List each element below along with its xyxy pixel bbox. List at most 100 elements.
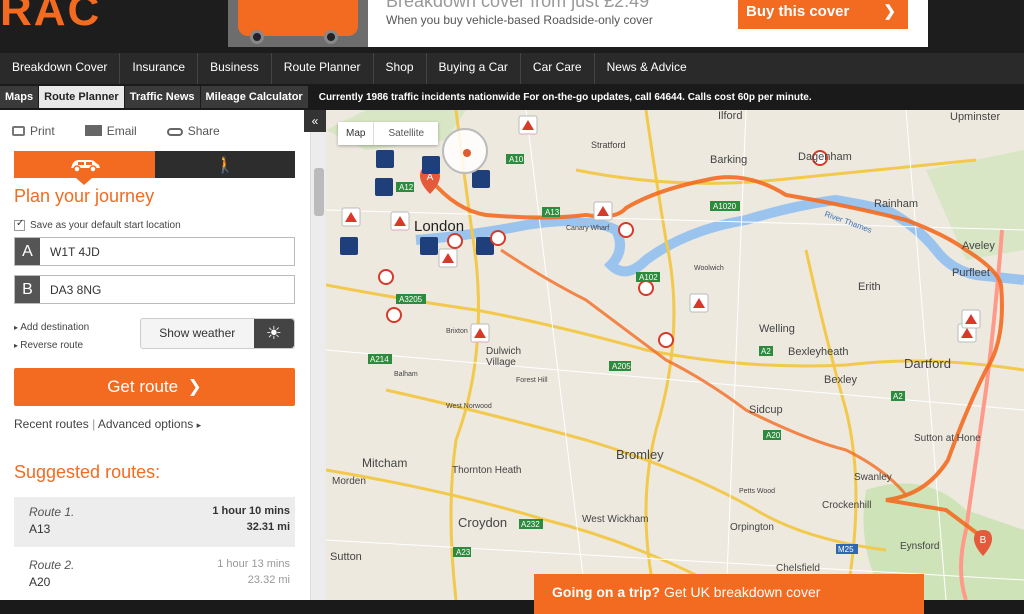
tab-mileage-calculator[interactable]: Mileage Calculator (200, 86, 308, 108)
svg-text:Aveley: Aveley (962, 240, 995, 252)
get-route-button[interactable]: Get route ❯ (14, 368, 295, 406)
nav-insurance[interactable]: Insurance (120, 53, 199, 84)
trip-breakdown-banner[interactable]: Going on a trip? Get UK breakdown cover (534, 574, 924, 614)
email-label: Email (106, 124, 137, 138)
add-destination-link[interactable]: Add destination (14, 322, 89, 333)
svg-text:Petts Wood: Petts Wood (739, 488, 775, 495)
route-option[interactable]: Route 1. A13 1 hour 10 mins 32.31 mi (14, 497, 295, 547)
svg-text:Sidcup: Sidcup (749, 404, 783, 416)
plan-journey-title: Plan your journey (14, 186, 155, 206)
reverse-route-link[interactable]: Reverse route (14, 340, 83, 351)
nav-buying-a-car[interactable]: Buying a Car (427, 53, 521, 84)
sidebar-scrollbar[interactable] (310, 110, 326, 600)
svg-text:Barking: Barking (710, 154, 747, 166)
advanced-options-link[interactable]: Advanced options (98, 417, 193, 431)
route-map[interactable]: A B Ilford Upminster Stratford Barking D… (326, 110, 1024, 600)
start-input[interactable] (40, 238, 290, 265)
svg-text:Welling: Welling (759, 323, 795, 335)
map-canvas: A B Ilford Upminster Stratford Barking D… (326, 110, 1024, 600)
nav-car-care[interactable]: Car Care (521, 53, 595, 84)
buy-cover-label: Buy this cover (746, 3, 850, 20)
scrollbar-thumb[interactable] (314, 168, 324, 216)
svg-text:A23: A23 (456, 548, 471, 557)
destination-input[interactable] (40, 276, 290, 303)
svg-text:Mitcham: Mitcham (362, 456, 407, 470)
site-header: RAC Breakdown cover from just £2.49 When… (0, 0, 1024, 53)
chevron-right-icon: ❯ (182, 377, 202, 396)
pan-control-icon[interactable] (442, 128, 488, 174)
svg-text:Bexley: Bexley (824, 374, 858, 386)
rac-logo[interactable]: RAC (0, 0, 150, 32)
svg-text:Morden: Morden (332, 476, 366, 487)
route-option[interactable]: Route 2. A20 1 hour 13 mins 23.32 mi (14, 550, 295, 600)
route-distance: 23.32 mi (247, 574, 290, 586)
svg-text:A1020: A1020 (713, 202, 737, 211)
recent-routes-link[interactable]: Recent routes (14, 417, 89, 431)
email-icon (84, 125, 102, 136)
collapse-panel-button[interactable]: « (304, 110, 326, 132)
svg-text:Crockenhill: Crockenhill (822, 500, 871, 511)
tab-route-planner[interactable]: Route Planner (39, 86, 124, 108)
svg-text:Thornton Heath: Thornton Heath (452, 465, 522, 476)
tab-maps[interactable]: Maps (0, 86, 39, 108)
share-button[interactable]: Share (166, 124, 220, 138)
car-mode-button[interactable] (14, 151, 155, 185)
promo-banner[interactable]: Breakdown cover from just £2.49 When you… (228, 0, 928, 47)
svg-text:Canary Wharf: Canary Wharf (566, 225, 609, 232)
default-location-checkbox[interactable] (14, 218, 25, 231)
start-address-row: A (14, 237, 295, 266)
chevron-right-icon: ❯ (883, 3, 896, 20)
svg-text:Sutton at Hone: Sutton at Hone (914, 433, 981, 444)
svg-text:Dartford: Dartford (904, 356, 951, 371)
svg-text:Swanley: Swanley (854, 472, 892, 483)
print-label: Print (30, 124, 55, 138)
svg-text:Bexleyheath: Bexleyheath (788, 346, 849, 358)
route-time: 1 hour 10 mins (212, 505, 290, 517)
route-name: Route 2. (29, 558, 75, 572)
svg-text:West Wickham: West Wickham (582, 514, 649, 525)
svg-text:A10: A10 (509, 155, 524, 164)
triangle-right-icon: ▸ (196, 420, 202, 430)
car-icon (70, 159, 100, 173)
svg-text:Bromley: Bromley (616, 447, 664, 462)
default-location-label: Save as your default start location (30, 220, 181, 231)
print-button[interactable]: Print (12, 124, 55, 138)
nav-breakdown-cover[interactable]: Breakdown Cover (0, 53, 121, 84)
svg-text:Woolwich: Woolwich (694, 265, 724, 272)
buy-cover-button[interactable]: Buy this cover ❯ (738, 0, 908, 29)
map-type-map[interactable]: Map (338, 122, 373, 145)
start-marker-label: A (15, 238, 40, 265)
banner-headline: Breakdown cover from just £2.49 (386, 0, 650, 11)
svg-text:Rainham: Rainham (874, 198, 918, 210)
nav-business[interactable]: Business (198, 53, 272, 84)
svg-text:Forest Hill: Forest Hill (516, 377, 548, 384)
trip-banner-lead: Going on a trip? (552, 584, 661, 600)
share-label: Share (187, 124, 220, 138)
svg-text:Eynsford: Eynsford (900, 541, 939, 552)
svg-text:Orpington: Orpington (730, 522, 774, 533)
get-route-label: Get route (107, 377, 179, 396)
show-weather-label: Show weather (159, 326, 236, 340)
map-type-control: Map Satellite (338, 122, 439, 145)
svg-text:Stratford: Stratford (591, 140, 626, 150)
route-road: A20 (29, 575, 51, 589)
nav-route-planner[interactable]: Route Planner (272, 53, 374, 84)
main-nav: Breakdown Cover Insurance Business Route… (0, 53, 1024, 84)
show-weather-toggle[interactable]: Show weather ☀ (140, 318, 295, 349)
svg-text:Balham: Balham (394, 371, 418, 378)
sub-nav: Maps Route Planner Traffic News Mileage … (0, 85, 1024, 109)
svg-text:M25: M25 (838, 545, 854, 554)
svg-text:DulwichVillage: Dulwich Village (486, 346, 521, 368)
svg-text:Upminster: Upminster (950, 111, 1000, 123)
map-type-satellite[interactable]: Satellite (373, 122, 438, 145)
svg-text:River Thames: River Thames (823, 209, 873, 234)
nav-news-advice[interactable]: News & Advice (595, 53, 699, 84)
trip-banner-text: Get UK breakdown cover (664, 584, 821, 600)
nav-shop[interactable]: Shop (374, 53, 427, 84)
default-location-option[interactable]: Save as your default start location (14, 218, 181, 231)
svg-text:London: London (414, 218, 464, 235)
walk-mode-button[interactable]: 🚶 (155, 151, 295, 178)
tab-traffic-news[interactable]: Traffic News (124, 86, 200, 108)
email-button[interactable]: Email (84, 124, 137, 138)
svg-text:West Norwood: West Norwood (446, 403, 492, 410)
